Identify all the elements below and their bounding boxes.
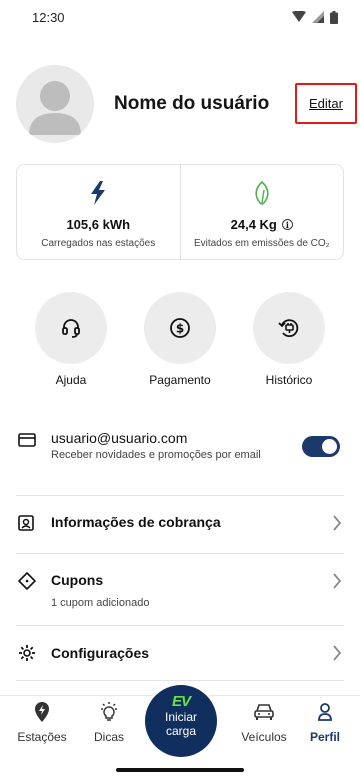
wifi-icon xyxy=(292,11,306,22)
home-indicator[interactable] xyxy=(116,768,244,772)
menu-item-billing[interactable]: Informações de cobrança xyxy=(16,495,344,553)
start-charge-label-line1: Iniciar xyxy=(164,710,197,724)
nav-vehicles[interactable]: Veículos xyxy=(229,696,299,756)
map-pin-icon xyxy=(35,702,49,722)
stat-energy-label: Carregados nas estações xyxy=(41,238,156,249)
shortcut-help-label: Ajuda xyxy=(55,373,87,387)
menu-item-billing-title: Informações de cobrança xyxy=(51,514,221,530)
nav-tips[interactable]: Dicas xyxy=(74,696,144,756)
nav-profile[interactable]: Perfil xyxy=(290,696,360,756)
status-bar: 12:30 xyxy=(0,0,360,34)
info-icon[interactable]: i xyxy=(281,219,293,230)
menu-item-coupons[interactable]: Cupons 1 cupom adicionado xyxy=(16,553,344,625)
chevron-right-icon xyxy=(333,645,342,661)
shortcut-help-circle[interactable] xyxy=(35,292,107,364)
menu-item-settings-title: Configurações xyxy=(51,645,150,661)
shortcut-history[interactable]: Histórico xyxy=(244,292,334,387)
car-icon xyxy=(254,704,274,720)
chevron-right-icon xyxy=(333,515,342,531)
nav-vehicles-label: Veículos xyxy=(241,730,287,744)
stat-energy: 105,6 kWh Carregados nas estações xyxy=(17,165,180,259)
nav-stations[interactable]: Estações xyxy=(7,696,77,756)
ev-logo: EV xyxy=(171,693,191,710)
shortcuts: Ajuda $ Pagamento Histórico xyxy=(26,292,334,388)
stat-emissions-label: Evitados em emissões de CO₂ xyxy=(193,238,330,249)
menu-item-coupons-title: Cupons xyxy=(51,572,104,588)
shortcut-help[interactable]: Ajuda xyxy=(26,292,116,387)
signal-icon xyxy=(312,11,324,23)
toggle-knob xyxy=(322,439,337,454)
leaf-icon xyxy=(255,181,269,205)
coupon-icon xyxy=(18,572,36,590)
start-charge-label-line2: carga xyxy=(165,724,197,738)
person-icon xyxy=(318,703,332,721)
shortcut-payment[interactable]: $ Pagamento xyxy=(135,292,225,387)
email-address: usuario@usuario.com xyxy=(51,430,188,446)
lightning-icon xyxy=(91,181,106,205)
profile-header: Nome do usuário Editar xyxy=(16,65,360,143)
gear-icon xyxy=(19,645,35,661)
headset-icon xyxy=(62,319,80,338)
card-icon xyxy=(18,433,36,447)
status-time: 12:30 xyxy=(32,9,65,25)
shortcut-payment-label: Pagamento xyxy=(149,373,211,387)
chevron-right-icon xyxy=(333,573,342,589)
nav-stations-label: Estações xyxy=(17,730,67,744)
stat-energy-value: 105,6 kWh xyxy=(66,217,131,232)
shortcut-history-circle[interactable] xyxy=(253,292,325,364)
email-preference-row: usuario@usuario.com Receber novidades e … xyxy=(16,426,344,468)
shortcut-history-label: Histórico xyxy=(265,373,313,387)
stat-emissions-value-row: 24,4 Kg i xyxy=(231,217,293,232)
menu-item-settings[interactable]: Configurações xyxy=(16,625,344,681)
email-subtitle: Receber novidades e promoções por email xyxy=(51,449,261,461)
history-plug-icon xyxy=(278,319,299,338)
dollar-coin-icon: $ xyxy=(170,318,190,338)
user-name: Nome do usuário xyxy=(114,93,270,114)
start-charge-button[interactable]: EV Iniciar carga xyxy=(145,685,217,757)
avatar[interactable] xyxy=(16,65,94,143)
edit-profile-button[interactable]: Editar xyxy=(295,83,357,124)
email-toggle[interactable] xyxy=(302,436,340,457)
nav-tips-label: Dicas xyxy=(93,730,124,744)
id-card-icon xyxy=(18,515,34,531)
stat-emissions: 24,4 Kg i Evitados em emissões de CO₂ xyxy=(179,165,344,259)
stats-card: 105,6 kWh Carregados nas estações 24,4 K… xyxy=(16,164,344,260)
menu-item-coupons-subtitle: 1 cupom adicionado xyxy=(51,597,150,609)
lightbulb-icon xyxy=(101,702,117,721)
stat-emissions-value: 24,4 Kg xyxy=(230,217,277,232)
status-icons xyxy=(292,10,338,24)
avatar-placeholder-icon xyxy=(29,81,81,135)
battery-icon xyxy=(330,10,338,24)
shortcut-payment-circle[interactable]: $ xyxy=(144,292,216,364)
nav-profile-label: Perfil xyxy=(309,730,340,744)
svg-text:$: $ xyxy=(176,322,184,336)
